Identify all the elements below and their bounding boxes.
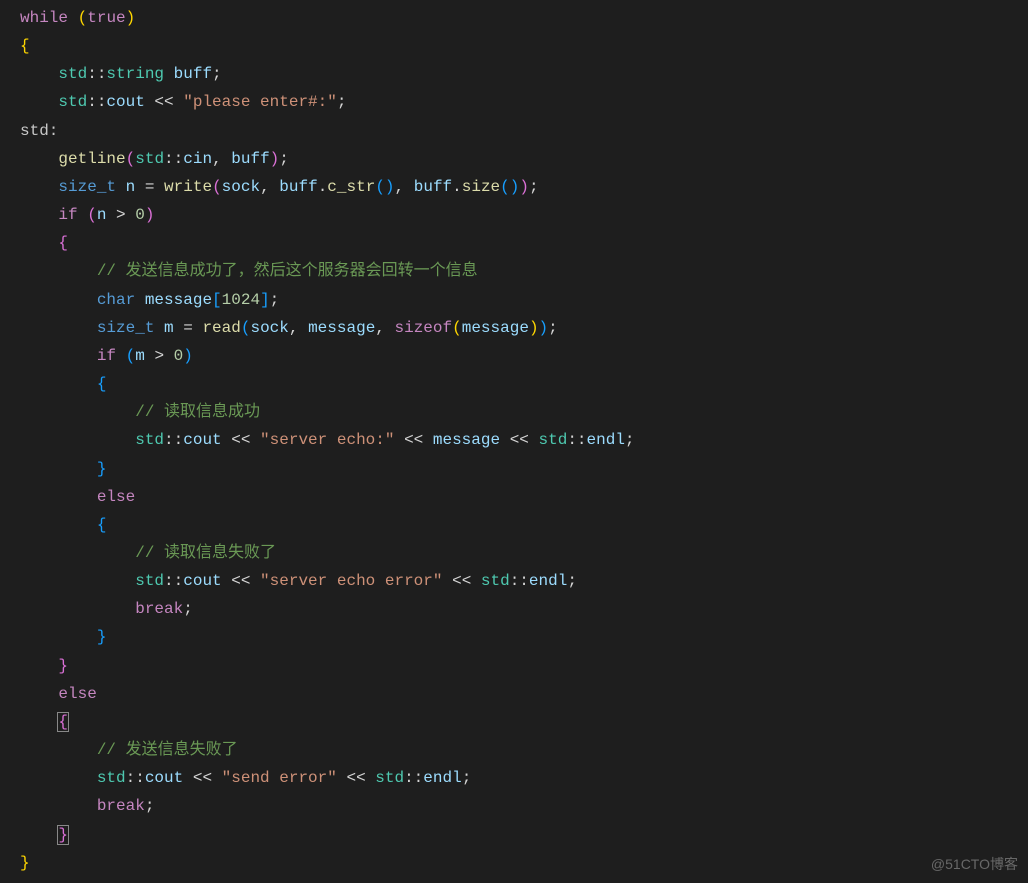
- var-endl: endl: [587, 431, 625, 449]
- var-n: n: [126, 178, 136, 196]
- watermark-text: @51CTO博客: [931, 852, 1018, 877]
- keyword-if: if: [58, 206, 77, 224]
- string-literal: "server echo:": [260, 431, 394, 449]
- string-literal: "send error": [222, 769, 337, 787]
- type-char: char: [97, 291, 135, 309]
- type-string: string: [106, 65, 164, 83]
- namespace: std: [58, 65, 87, 83]
- comment-line: // 读取信息成功: [135, 403, 260, 421]
- fn-size: size: [462, 178, 500, 196]
- var-cin: cin: [183, 150, 212, 168]
- keyword-while: while: [20, 9, 68, 27]
- type-sizet: size_t: [58, 178, 116, 196]
- var-buff: buff: [174, 65, 212, 83]
- var-m: m: [164, 319, 174, 337]
- fn-getline: getline: [58, 150, 125, 168]
- string-literal: "please enter#:": [183, 93, 337, 111]
- code-editor[interactable]: while (true) { std::string buff; std::co…: [0, 0, 1028, 877]
- label-std: std:: [20, 122, 58, 140]
- number-bufsize: 1024: [222, 291, 260, 309]
- comment-line: // 读取信息失败了: [135, 544, 276, 562]
- keyword-true: true: [87, 9, 125, 27]
- keyword-break: break: [135, 600, 183, 618]
- var-cout: cout: [106, 93, 144, 111]
- keyword-sizeof: sizeof: [395, 319, 453, 337]
- keyword-else: else: [97, 488, 135, 506]
- var-sock: sock: [222, 178, 260, 196]
- number-zero: 0: [135, 206, 145, 224]
- comment-line: // 发送信息失败了: [97, 741, 238, 759]
- comment-line: // 发送信息成功了，然后这个服务器会回转一个信息: [97, 262, 478, 280]
- fn-write: write: [164, 178, 212, 196]
- fn-cstr: c_str: [327, 178, 375, 196]
- string-literal: "server echo error": [260, 572, 442, 590]
- fn-read: read: [202, 319, 240, 337]
- var-message: message: [145, 291, 212, 309]
